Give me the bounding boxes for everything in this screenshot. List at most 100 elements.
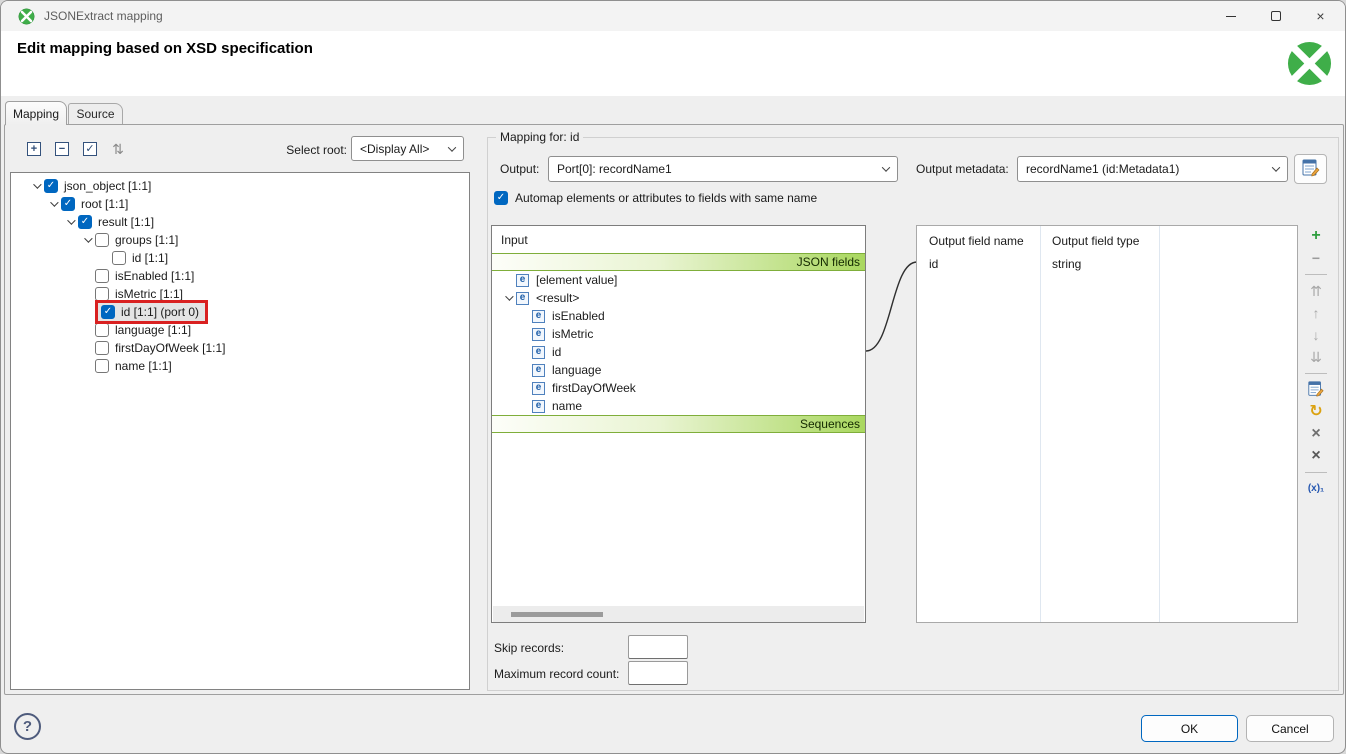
ok-button[interactable]: OK [1141,715,1238,742]
tree-item-label: language [1:1] [115,323,191,337]
expand-all-button[interactable]: + [24,139,44,159]
tree-item[interactable]: ✓ root [1:1] [11,195,469,213]
automap-checkbox[interactable]: ✓ [494,191,508,205]
chevron-down-icon[interactable] [33,180,41,188]
input-field-item[interactable]: elanguage [492,361,865,379]
chevron-down-icon[interactable] [67,216,75,224]
toolbar-separator [1305,274,1327,275]
horizontal-scrollbar[interactable] [493,606,864,622]
max-record-count-input[interactable] [628,661,688,685]
input-field-item[interactable]: efirstDayOfWeek [492,379,865,397]
select-root-dropdown[interactable]: <Display All> [351,136,464,161]
input-field-item[interactable]: ename [492,397,865,415]
move-up-icon: ↑ [1313,306,1320,320]
output-table-header: Output field name Output field type [917,226,1297,254]
tree-item-checkbox[interactable]: ✓ [78,215,92,229]
tree-item[interactable]: id [1:1] [11,249,469,267]
column-header: Output field name [917,226,1040,254]
edit-record-button[interactable] [1304,380,1328,400]
move-bottom-button[interactable]: ⇊ [1304,347,1328,367]
collapse-all-button[interactable]: − [52,139,72,159]
tree-item[interactable]: ✓result [1:1] [11,213,469,231]
output-field-name-cell: id [917,257,1040,271]
window-controls: × [1208,1,1343,31]
expand-all-icon: + [27,142,41,156]
tree-item[interactable]: name [1:1] [11,357,469,375]
close-icon: × [1316,8,1324,24]
input-field-item[interactable]: eisMetric [492,325,865,343]
move-top-button[interactable]: ⇈ [1304,281,1328,301]
help-button[interactable]: ? [14,713,41,740]
skip-records-input[interactable] [628,635,688,659]
input-field-item[interactable]: eid [492,343,865,361]
page-title: Edit mapping based on XSD specification [17,40,313,57]
tree-item[interactable]: language [1:1] [11,321,469,339]
tab-source[interactable]: Source [68,103,123,124]
cancel-button[interactable]: Cancel [1246,715,1334,742]
tree-item[interactable]: ✓id [1:1] (port 0) [11,303,469,321]
chevron-down-icon[interactable] [50,198,58,206]
cancel-all-mappings-button[interactable]: × [1304,446,1328,466]
output-metadata-dropdown[interactable]: recordName1 (id:Metadata1) [1017,156,1288,182]
tree-item-checkbox[interactable] [95,287,109,301]
tree-item-checkbox[interactable] [95,341,109,355]
cloverdx-logo-icon [1287,41,1332,86]
move-bottom-icon: ⇊ [1310,350,1322,364]
chevron-down-icon [882,163,890,171]
chevron-down-icon[interactable] [84,234,92,242]
tree-item-label: root [1:1] [81,197,128,211]
wildcard-mapping-button[interactable]: (x)₁ [1304,479,1328,499]
tree-item-checkbox[interactable]: ✓ [44,179,58,193]
collapse-all-icon: − [55,142,69,156]
tree-item[interactable]: ✓json_object [1:1] [11,177,469,195]
move-up-button[interactable]: ↑ [1304,303,1328,323]
output-fields-table[interactable]: Output field name Output field type idst… [916,225,1298,623]
move-down-icon: ↓ [1313,328,1320,342]
dialog-header: Edit mapping based on XSD specification [1,31,1345,96]
output-field-type-cell: string [1040,257,1159,271]
add-field-icon: + [1311,228,1320,244]
cancel-mapping-button[interactable]: × [1304,424,1328,444]
close-button[interactable]: × [1298,1,1343,31]
input-field-item[interactable]: e[element value] [492,271,865,289]
element-icon: e [532,310,545,323]
tree-item-checkbox[interactable]: ✓ [61,197,75,211]
output-field-row[interactable]: idstring [917,254,1297,274]
chevron-down-icon [1272,163,1280,171]
add-field-button[interactable]: + [1304,226,1328,246]
tree-order-button[interactable]: ⇅ [108,139,128,159]
tree-item-checkbox[interactable] [95,359,109,373]
scrollbar-thumb[interactable] [511,612,603,617]
automap-icon: ↻ [1309,404,1322,420]
tree-item[interactable]: isEnabled [1:1] [11,267,469,285]
window-title: JSONExtract mapping [44,9,163,23]
mapping-tab-content: +−✓⇅ Select root: <Display All> ✓json_ob… [4,124,1344,695]
remove-field-icon: − [1312,251,1320,265]
tree-item-checkbox[interactable] [112,251,126,265]
edit-metadata-button[interactable] [1294,154,1327,184]
output-dropdown[interactable]: Port[0]: recordName1 [548,156,898,182]
cancel-mapping-icon: × [1311,426,1320,442]
chevron-down-icon[interactable] [505,292,513,300]
xsd-tree[interactable]: ✓json_object [1:1]✓root [1:1]✓result [1:… [10,172,470,690]
input-field-item[interactable]: eisEnabled [492,307,865,325]
toolbar-separator [1305,373,1327,374]
tree-item-checkbox[interactable] [95,269,109,283]
automap-button[interactable]: ↻ [1304,402,1328,422]
chevron-down-icon [448,143,456,151]
tree-item[interactable]: isMetric [1:1] [11,285,469,303]
input-tree[interactable]: e[element value]e<result>eisEnabledeisMe… [492,271,865,415]
move-down-button[interactable]: ↓ [1304,325,1328,345]
remove-field-button[interactable]: − [1304,248,1328,268]
tab-mapping[interactable]: Mapping [5,101,67,125]
tree-item-checkbox[interactable] [95,323,109,337]
input-field-item[interactable]: e<result> [492,289,865,307]
maximize-button[interactable] [1253,1,1298,31]
minimize-button[interactable] [1208,1,1253,31]
input-field-label: isMetric [552,327,593,341]
tree-item-checkbox[interactable]: ✓ [101,305,115,319]
check-all-button[interactable]: ✓ [80,139,100,159]
tree-item-checkbox[interactable] [95,233,109,247]
tree-item[interactable]: groups [1:1] [11,231,469,249]
tree-item[interactable]: firstDayOfWeek [1:1] [11,339,469,357]
